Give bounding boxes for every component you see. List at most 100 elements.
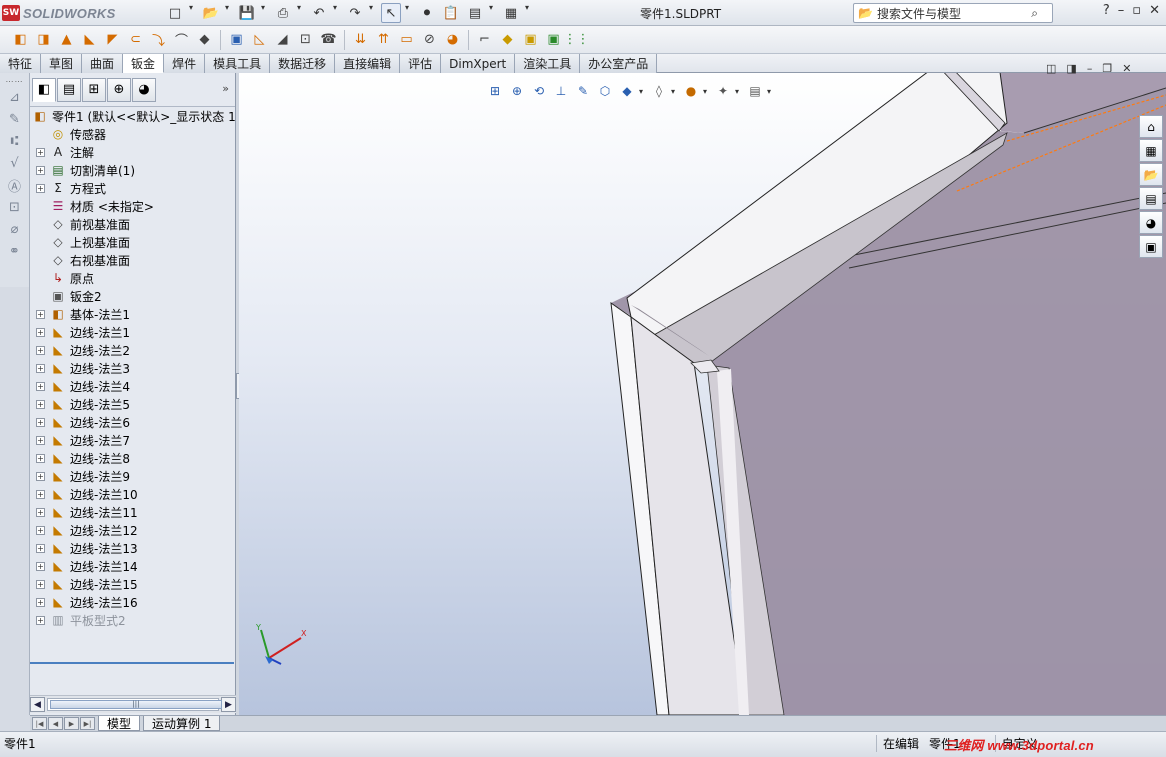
property-manager-tab[interactable]: ▤ (57, 77, 81, 102)
sheet-metal-gusset-icon[interactable]: ▣ (543, 29, 564, 50)
tree-node[interactable]: ◇ 右视基准面 (30, 251, 236, 269)
configuration-manager-tab[interactable]: ⊞ (82, 77, 106, 102)
tree-node[interactable]: + ◣ 边线-法兰4 (30, 377, 236, 395)
scroll-track[interactable]: ||| (47, 698, 222, 711)
tree-node[interactable]: + ◣ 边线-法兰16 (30, 593, 236, 611)
expand-icon[interactable]: + (36, 417, 45, 427)
tree-node[interactable]: + ◣ 边线-法兰6 (30, 413, 236, 431)
graphics-area[interactable]: ⊞ ⊕ ⟲ ⊥ ✎ ⬡ ◆ ▾ ◊ ▾ ● ▾ ✦ ▾ ▤ ▾ X Y (239, 73, 1166, 715)
expand-icon[interactable]: + (36, 597, 45, 607)
forming-tool-icon[interactable]: ▣ (520, 29, 541, 50)
save-icon[interactable]: 💾 (237, 3, 257, 23)
tab-model[interactable]: 模型 (98, 716, 141, 731)
tree-node[interactable]: + ◣ 边线-法兰2 (30, 341, 236, 359)
doc-minimize-button[interactable]: – (1087, 62, 1093, 75)
open-icon[interactable]: 📂 (201, 3, 221, 23)
tree-node[interactable]: + ◣ 边线-法兰14 (30, 557, 236, 575)
scroll-right-icon[interactable]: ▶ (221, 697, 236, 712)
last-tab-icon[interactable]: ▶| (80, 717, 95, 730)
expand-icon[interactable]: + (36, 453, 45, 463)
display-style-icon[interactable]: ◆ (617, 81, 637, 101)
insert-bends-icon[interactable]: ⌐ (474, 29, 495, 50)
tab-2[interactable]: 曲面 (82, 54, 124, 73)
sketched-bend-icon[interactable]: ⌒ (171, 29, 192, 50)
expand-icon[interactable]: + (36, 615, 45, 625)
appearances-icon[interactable]: ◕ (1139, 211, 1163, 234)
tree-node[interactable]: ◇ 上视基准面 (30, 233, 236, 251)
view-layout-icon[interactable]: ▦ (501, 3, 521, 23)
expand-icon[interactable]: + (36, 543, 45, 553)
tree-node[interactable]: + ◣ 边线-法兰15 (30, 575, 236, 593)
tree-node[interactable]: + ◣ 边线-法兰7 (30, 431, 236, 449)
view-settings-icon[interactable]: ▤ (745, 81, 765, 101)
dropdown-arrow-icon[interactable]: ▾ (671, 87, 679, 96)
tab-11[interactable]: 办公室产品 (580, 54, 658, 73)
tree-node[interactable]: ↳ 原点 (30, 269, 236, 287)
tree-node[interactable]: ◇ 前视基准面 (30, 215, 236, 233)
solidworks-resources-icon[interactable]: ⌂ (1139, 115, 1163, 138)
dropdown-arrow-icon[interactable]: ▾ (369, 3, 377, 23)
tree-node[interactable]: + ◣ 边线-法兰10 (30, 485, 236, 503)
previous-view-icon[interactable]: ⟲ (529, 81, 549, 101)
file-explorer-icon[interactable]: 📂 (1139, 163, 1163, 186)
expand-icon[interactable]: + (36, 381, 45, 391)
edit-appearance-icon[interactable]: ● (681, 81, 701, 101)
dropdown-arrow-icon[interactable]: ▾ (225, 3, 233, 23)
dropdown-arrow-icon[interactable]: ▾ (489, 3, 497, 23)
simple-hole-icon[interactable]: ⊡ (295, 29, 316, 50)
dropdown-arrow-icon[interactable]: ▾ (405, 3, 413, 23)
doc-restore-button[interactable]: ❐ (1102, 62, 1112, 75)
expand-icon[interactable]: + (36, 435, 45, 445)
dynamic-annotation-icon[interactable]: ✎ (573, 81, 593, 101)
tree-node[interactable]: + A 注解 (30, 143, 236, 161)
dropdown-arrow-icon[interactable]: ▾ (189, 3, 197, 23)
custom-properties-icon[interactable]: ▣ (1139, 235, 1163, 258)
tab-10[interactable]: 渲染工具 (515, 54, 581, 73)
tree-node[interactable]: + ◣ 边线-法兰1 (30, 323, 236, 341)
fold-icon[interactable]: ⇈ (373, 29, 394, 50)
feature-manager-tab[interactable]: ◧ (32, 77, 56, 102)
geometric-tolerance-icon[interactable]: ⊡ (4, 197, 26, 218)
cross-break-icon[interactable]: ◆ (194, 29, 215, 50)
tree-node[interactable]: ☰ 材质 <未指定> (30, 197, 236, 215)
toolbar-grip[interactable]: ⋯⋯ (6, 77, 24, 86)
solidworks-logo[interactable]: SW SOLIDWORKS (2, 3, 134, 23)
first-tab-icon[interactable]: |◀ (32, 717, 47, 730)
tree-node[interactable]: + ◣ 边线-法兰5 (30, 395, 236, 413)
flatten-icon[interactable]: ▭ (396, 29, 417, 50)
scroll-left-icon[interactable]: ◀ (30, 697, 45, 712)
design-library-icon[interactable]: ▦ (1139, 139, 1163, 162)
rollback-bar[interactable] (30, 662, 234, 664)
tree-node[interactable]: + ◣ 边线-法兰8 (30, 449, 236, 467)
dimxpert-manager-tab[interactable]: ⊕ (107, 77, 131, 102)
tile-left-icon[interactable]: ◫ (1046, 62, 1056, 75)
print-icon[interactable]: ⎙ (273, 3, 293, 23)
datum-icon[interactable]: Ⓐ (4, 175, 26, 196)
zoom-to-area-icon[interactable]: ⊕ (507, 81, 527, 101)
prev-tab-icon[interactable]: ◀ (48, 717, 63, 730)
next-tab-icon[interactable]: ▶ (64, 717, 79, 730)
doc-close-button[interactable]: ✕ (1122, 62, 1131, 75)
expand-icon[interactable]: + (36, 309, 45, 319)
zoom-to-fit-icon[interactable]: ⊞ (485, 81, 505, 101)
section-view-icon[interactable]: ⊥ (551, 81, 571, 101)
tab-7[interactable]: 直接编辑 (335, 54, 401, 73)
help-button[interactable]: ? (1103, 3, 1110, 18)
base-flange-icon[interactable]: ◧ (10, 29, 31, 50)
horizontal-scrollbar[interactable]: ◀ ||| ▶ (30, 695, 236, 713)
view-palette-icon[interactable]: ▤ (1139, 187, 1163, 210)
expand-panel-icon[interactable]: » (222, 82, 229, 95)
dropdown-arrow-icon[interactable]: ▾ (297, 3, 305, 23)
rip-icon[interactable]: ◕ (442, 29, 463, 50)
expand-icon[interactable]: + (36, 363, 45, 373)
expand-icon[interactable]: + (36, 327, 45, 337)
search-box[interactable]: 📂 搜索文件与模型 ⌕ (853, 3, 1053, 23)
scroll-thumb[interactable]: ||| (50, 700, 222, 709)
expand-icon[interactable]: + (36, 489, 45, 499)
tab-8[interactable]: 评估 (400, 54, 442, 73)
vent-icon[interactable]: ☎ (318, 29, 339, 50)
tree-node[interactable]: + Σ 方程式 (30, 179, 236, 197)
dropdown-arrow-icon[interactable]: ▾ (333, 3, 341, 23)
tree-node[interactable]: + ◣ 边线-法兰13 (30, 539, 236, 557)
tab-1[interactable]: 草图 (41, 54, 83, 73)
